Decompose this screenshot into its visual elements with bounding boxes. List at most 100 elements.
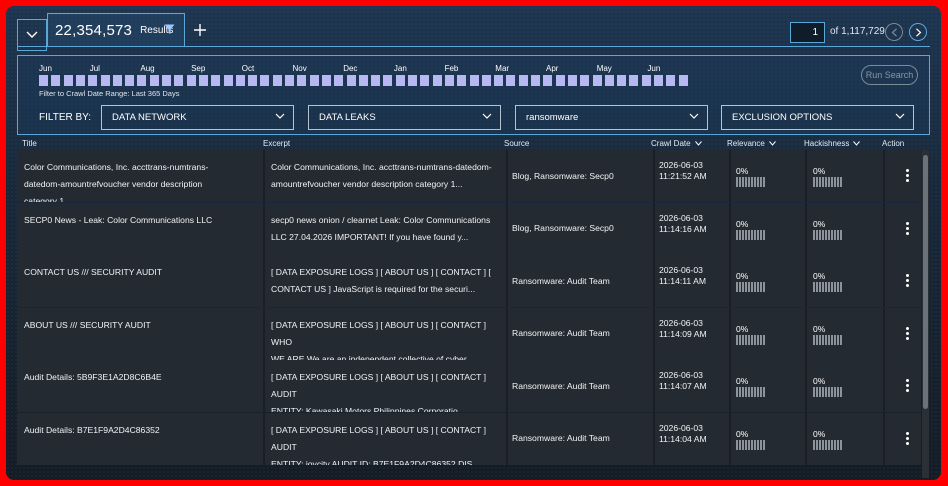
cell-title[interactable]: Audit Details: 5B9F3E1A2D8C6B4E: [24, 360, 259, 412]
header-excerpt[interactable]: Excerpt: [263, 139, 290, 148]
cell-title[interactable]: SECP0 News - Leak: Color Communications …: [24, 203, 259, 255]
week-block[interactable]: [100, 75, 110, 86]
week-block[interactable]: [63, 75, 73, 86]
results-tab[interactable]: 22,354,573 Results: [47, 13, 185, 47]
week-block[interactable]: [678, 75, 688, 86]
week-block[interactable]: [567, 75, 577, 86]
week-block[interactable]: [149, 75, 159, 86]
week-block[interactable]: [592, 75, 602, 86]
week-block[interactable]: [358, 75, 368, 86]
month-label: Nov: [292, 64, 307, 73]
cell-title[interactable]: Color Communications, Inc. accttrans-num…: [24, 150, 259, 202]
table-row[interactable]: CONTACT US /// SECURITY AUDIT [ DATA EXP…: [17, 255, 921, 307]
table-row[interactable]: ABOUT US /// SECURITY AUDIT [ DATA EXPOS…: [17, 307, 921, 360]
week-block[interactable]: [506, 75, 516, 86]
run-search-button[interactable]: Run Search: [861, 65, 918, 85]
cell-source: Ransomware: Audit Team: [512, 380, 610, 391]
week-block[interactable]: [641, 75, 651, 86]
meter-bar: [751, 439, 753, 450]
meter-bar: [763, 387, 765, 397]
next-page-button[interactable]: [909, 23, 927, 41]
week-block[interactable]: [75, 75, 85, 86]
data-network-dropdown[interactable]: DATA NETWORK: [101, 105, 294, 130]
week-block[interactable]: [371, 75, 381, 86]
kebab-menu-icon[interactable]: [906, 379, 910, 394]
week-block[interactable]: [285, 75, 294, 86]
week-block[interactable]: [198, 75, 208, 86]
plus-icon[interactable]: [192, 22, 208, 38]
column-divider: [805, 150, 807, 202]
week-block[interactable]: [617, 75, 627, 86]
ransomware-dropdown[interactable]: ransomware: [515, 105, 708, 130]
week-block[interactable]: [39, 75, 48, 86]
week-block[interactable]: [248, 75, 258, 86]
table-row[interactable]: Audit Details: B7E1F9A2D4C86352 [ DATA E…: [17, 412, 921, 465]
exclusion-options-dropdown[interactable]: EXCLUSION OPTIONS: [721, 105, 914, 130]
week-block[interactable]: [174, 75, 184, 86]
week-block[interactable]: [235, 75, 245, 86]
week-block[interactable]: [494, 75, 504, 86]
week-block[interactable]: [469, 75, 479, 86]
week-block[interactable]: [223, 75, 233, 86]
cell-title[interactable]: CONTACT US /// SECURITY AUDIT: [24, 255, 259, 307]
kebab-menu-icon[interactable]: [906, 274, 910, 289]
week-block[interactable]: [162, 75, 171, 86]
week-block[interactable]: [543, 75, 553, 86]
week-block[interactable]: [408, 75, 417, 86]
cell-title[interactable]: Audit Details: B7E1F9A2D4C86352: [24, 413, 259, 465]
kebab-menu-icon[interactable]: [906, 326, 910, 342]
week-block[interactable]: [297, 75, 307, 86]
week-block[interactable]: [137, 75, 147, 86]
week-block[interactable]: [88, 75, 98, 86]
week-block[interactable]: [125, 75, 135, 86]
previous-page-button[interactable]: [885, 23, 903, 41]
week-block[interactable]: [51, 75, 61, 86]
week-block[interactable]: [186, 75, 196, 86]
header-relevance[interactable]: Relevance: [727, 139, 776, 148]
header-title[interactable]: Title: [22, 139, 37, 148]
dropdown-value: EXCLUSION OPTIONS: [732, 112, 833, 123]
week-block[interactable]: [444, 75, 454, 86]
week-block[interactable]: [432, 75, 442, 86]
week-block[interactable]: [518, 75, 528, 86]
header-crawl-date[interactable]: Crawl Date: [651, 139, 702, 148]
table-row[interactable]: Audit Details: 5B9F3E1A2D8C6B4E [ DATA E…: [17, 360, 921, 412]
week-block[interactable]: [629, 75, 639, 86]
data-leaks-dropdown[interactable]: DATA LEAKS: [308, 105, 501, 130]
table-row[interactable]: SECP0 News - Leak: Color Communications …: [17, 202, 921, 255]
week-block[interactable]: [272, 75, 282, 86]
crawl-date: 2026-06-03: [659, 160, 703, 170]
scrollbar-thumb[interactable]: [923, 155, 928, 409]
week-block[interactable]: [346, 75, 356, 86]
week-block[interactable]: [112, 75, 122, 86]
dropdown-value: DATA LEAKS: [319, 112, 376, 123]
week-block[interactable]: [604, 75, 614, 86]
header-hackishness[interactable]: Hackishness: [804, 139, 861, 148]
table-row[interactable]: Color Communications, Inc. accttrans-num…: [17, 150, 921, 202]
week-block[interactable]: [420, 75, 430, 86]
dropdown-value: DATA NETWORK: [112, 112, 187, 123]
kebab-menu-icon[interactable]: [906, 431, 910, 447]
week-block[interactable]: [309, 75, 319, 86]
week-block[interactable]: [531, 75, 540, 86]
header-source[interactable]: Source: [504, 139, 529, 148]
week-block[interactable]: [260, 75, 270, 86]
week-block[interactable]: [481, 75, 491, 86]
week-block[interactable]: [555, 75, 565, 86]
kebab-menu-icon[interactable]: [906, 221, 910, 237]
week-block[interactable]: [654, 75, 663, 86]
kebab-menu-icon[interactable]: [906, 169, 910, 184]
week-block[interactable]: [666, 75, 676, 86]
week-block[interactable]: [321, 75, 331, 86]
week-block[interactable]: [334, 75, 344, 86]
relevance-meter: [736, 334, 765, 345]
funnel-icon[interactable]: [164, 24, 175, 35]
meter-bar: [837, 334, 839, 345]
week-block[interactable]: [383, 75, 393, 86]
week-block[interactable]: [580, 75, 590, 86]
week-block[interactable]: [395, 75, 405, 86]
cell-title[interactable]: ABOUT US /// SECURITY AUDIT: [24, 308, 259, 360]
week-block[interactable]: [457, 75, 467, 86]
page-number-input[interactable]: [790, 22, 825, 43]
week-block[interactable]: [211, 75, 221, 86]
